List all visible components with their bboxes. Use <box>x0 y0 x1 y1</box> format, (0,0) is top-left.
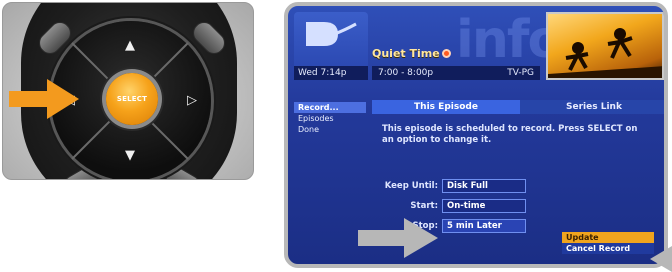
orange-arrow-icon <box>9 79 79 119</box>
logo-icon <box>306 22 357 46</box>
menu-item-done[interactable]: Done <box>294 124 366 135</box>
remote-panel: ▲ ▼ ◁ ▷ SELECT <box>2 2 254 180</box>
stop-value[interactable]: 5 min Later <box>442 219 526 233</box>
side-menu: Record... Episodes Done <box>294 102 366 135</box>
field-label: Start: <box>410 201 438 211</box>
record-dot-icon <box>441 49 451 58</box>
instructions-text: This episode is scheduled to record. Pre… <box>382 124 638 145</box>
field-row-start: Start: On-time <box>382 198 582 214</box>
update-button[interactable]: Update <box>562 232 654 243</box>
select-button[interactable]: SELECT <box>106 73 158 125</box>
program-thumbnail <box>546 12 664 80</box>
keep-until-value[interactable]: Disk Full <box>442 179 526 193</box>
right-arrow-icon[interactable]: ▷ <box>187 94 197 107</box>
time-range: 7:00 - 8:00p <box>378 68 434 78</box>
tab-series-link[interactable]: Series Link <box>520 100 664 114</box>
tab-bar: This Episode Series Link <box>372 100 664 114</box>
tv-screen: Wed 7:14p info Quiet Time 7:00 - 8:00p T… <box>284 2 668 268</box>
gray-arrow-icon <box>650 246 672 272</box>
tab-this-episode[interactable]: This Episode <box>372 100 520 114</box>
field-row-keep-until: Keep Until: Disk Full <box>382 178 582 194</box>
rating: TV-PG <box>507 68 534 78</box>
gray-arrow-icon <box>358 218 438 258</box>
program-time-bar: 7:00 - 8:00p TV-PG <box>372 66 540 80</box>
field-label: Keep Until: <box>384 181 438 191</box>
date-time: Wed 7:14p <box>294 66 368 80</box>
up-arrow-icon[interactable]: ▲ <box>125 39 135 52</box>
menu-item-episodes[interactable]: Episodes <box>294 113 366 124</box>
program-title: Quiet Time <box>372 47 440 60</box>
cancel-record-button[interactable]: Cancel Record <box>562 243 654 254</box>
directv-logo <box>294 12 368 72</box>
menu-item-record[interactable]: Record... <box>294 102 366 113</box>
start-value[interactable]: On-time <box>442 199 526 213</box>
runners-image <box>548 28 662 78</box>
down-arrow-icon[interactable]: ▼ <box>125 149 135 162</box>
action-list: Update Cancel Record <box>562 232 654 254</box>
